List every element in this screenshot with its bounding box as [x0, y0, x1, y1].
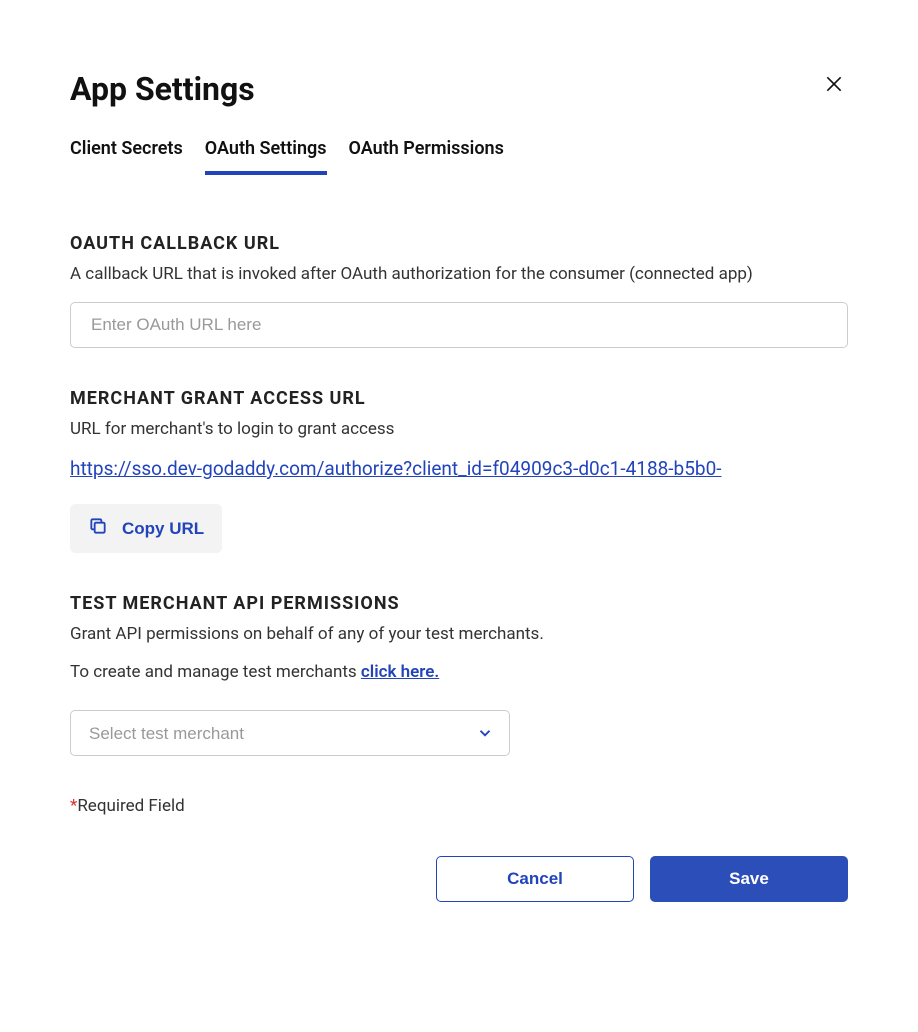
footer-buttons: Cancel Save	[70, 856, 848, 902]
callback-title: OAUTH CALLBACK URL	[70, 233, 848, 254]
close-icon	[824, 82, 844, 97]
close-button[interactable]	[820, 70, 848, 101]
required-field-label: Required Field	[77, 796, 184, 816]
copy-url-button[interactable]: Copy URL	[70, 504, 222, 553]
cancel-button[interactable]: Cancel	[436, 856, 634, 902]
test-permissions-section: TEST MERCHANT API PERMISSIONS Grant API …	[70, 593, 848, 756]
page-title: App Settings	[70, 70, 255, 108]
test-merchant-select-wrapper: Select test merchant	[70, 710, 510, 756]
test-permissions-description: Grant API permissions on behalf of any o…	[70, 624, 848, 644]
test-merchant-help-link[interactable]: click here.	[361, 662, 439, 682]
tab-oauth-permissions[interactable]: OAuth Permissions	[349, 138, 504, 175]
test-permissions-title: TEST MERCHANT API PERMISSIONS	[70, 593, 848, 614]
grant-section: MERCHANT GRANT ACCESS URL URL for mercha…	[70, 388, 848, 553]
test-merchant-help-prefix: To create and manage test merchants	[70, 662, 361, 682]
grant-access-url-link[interactable]: https://sso.dev-godaddy.com/authorize?cl…	[70, 457, 848, 480]
copy-icon	[88, 516, 108, 541]
callback-description: A callback URL that is invoked after OAu…	[70, 264, 848, 284]
oauth-callback-input[interactable]	[70, 302, 848, 348]
grant-title: MERCHANT GRANT ACCESS URL	[70, 388, 848, 409]
tab-oauth-settings[interactable]: OAuth Settings	[205, 138, 327, 175]
tab-client-secrets[interactable]: Client Secrets	[70, 138, 183, 175]
copy-url-label: Copy URL	[122, 519, 204, 539]
save-button[interactable]: Save	[650, 856, 848, 902]
test-merchant-help: To create and manage test merchants clic…	[70, 662, 848, 682]
callback-section: OAUTH CALLBACK URL A callback URL that i…	[70, 233, 848, 348]
grant-description: URL for merchant's to login to grant acc…	[70, 419, 848, 439]
tabs: Client Secrets OAuth Settings OAuth Perm…	[70, 138, 848, 175]
required-field-note: *Required Field	[70, 796, 848, 816]
test-merchant-select[interactable]: Select test merchant	[70, 710, 510, 756]
